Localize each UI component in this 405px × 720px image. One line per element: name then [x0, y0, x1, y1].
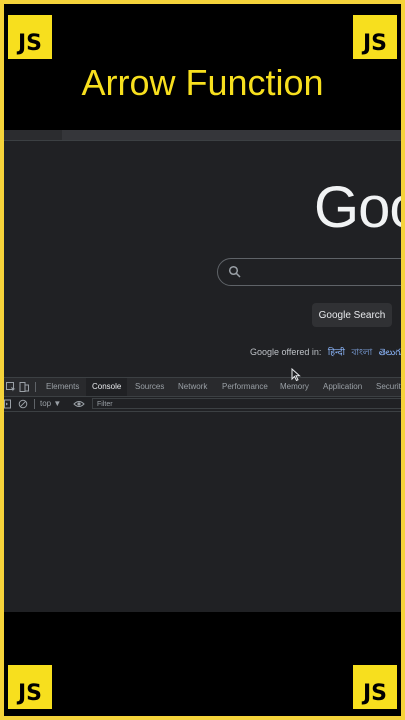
- inspect-element-icon[interactable]: [6, 382, 16, 392]
- sidebar-toggle-icon[interactable]: [4, 399, 14, 409]
- search-icon: [228, 265, 241, 278]
- video-frame: JS JS JS JS Arrow Function Goo Google Se…: [4, 4, 401, 716]
- offered-in-line: Google offered in: हिन्दी বাংলা తెలుగు म: [250, 345, 401, 360]
- js-logo-bottom-left: JS: [8, 665, 52, 709]
- language-link-bengali[interactable]: বাংলা: [351, 347, 372, 357]
- tab-security[interactable]: Securit: [376, 378, 401, 396]
- browser-tab[interactable]: [62, 130, 401, 140]
- divider: [34, 399, 35, 409]
- divider: [35, 382, 36, 392]
- language-link-telugu[interactable]: తెలుగు: [379, 347, 401, 357]
- browser-tab-strip: [4, 130, 401, 140]
- tab-console[interactable]: Console: [86, 378, 128, 396]
- offered-in-label: Google offered in:: [250, 347, 322, 357]
- context-selector[interactable]: top ▼: [40, 399, 61, 408]
- devtools-tab-bar: Elements Console Sources Network Perform…: [4, 378, 401, 397]
- tab-network[interactable]: Network: [178, 378, 207, 396]
- devtools-panel: Elements Console Sources Network Perform…: [4, 377, 401, 612]
- console-output-area[interactable]: [4, 412, 401, 612]
- browser-window: Goo Google Search Google offered in: हिन…: [4, 130, 401, 612]
- language-link-hindi[interactable]: हिन्दी: [328, 347, 345, 357]
- search-input[interactable]: [217, 258, 401, 286]
- tab-sources[interactable]: Sources: [135, 378, 164, 396]
- video-title: Arrow Function: [81, 62, 324, 103]
- tab-elements[interactable]: Elements: [46, 378, 79, 396]
- google-logo: Goo: [314, 175, 401, 240]
- js-logo-top-right: JS: [353, 15, 397, 59]
- google-search-button[interactable]: Google Search: [312, 303, 392, 327]
- eye-icon[interactable]: [73, 399, 85, 409]
- console-filter-input[interactable]: Filter: [92, 398, 401, 409]
- mouse-cursor-icon: [291, 368, 301, 382]
- js-logo-top-left: JS: [8, 15, 52, 59]
- divider: [4, 140, 401, 141]
- device-toolbar-icon[interactable]: [19, 382, 29, 392]
- console-toolbar: top ▼ Filter: [4, 397, 401, 412]
- js-logo-bottom-right: JS: [353, 665, 397, 709]
- clear-console-icon[interactable]: [18, 399, 28, 409]
- tab-performance[interactable]: Performance: [222, 378, 268, 396]
- tab-application[interactable]: Application: [323, 378, 362, 396]
